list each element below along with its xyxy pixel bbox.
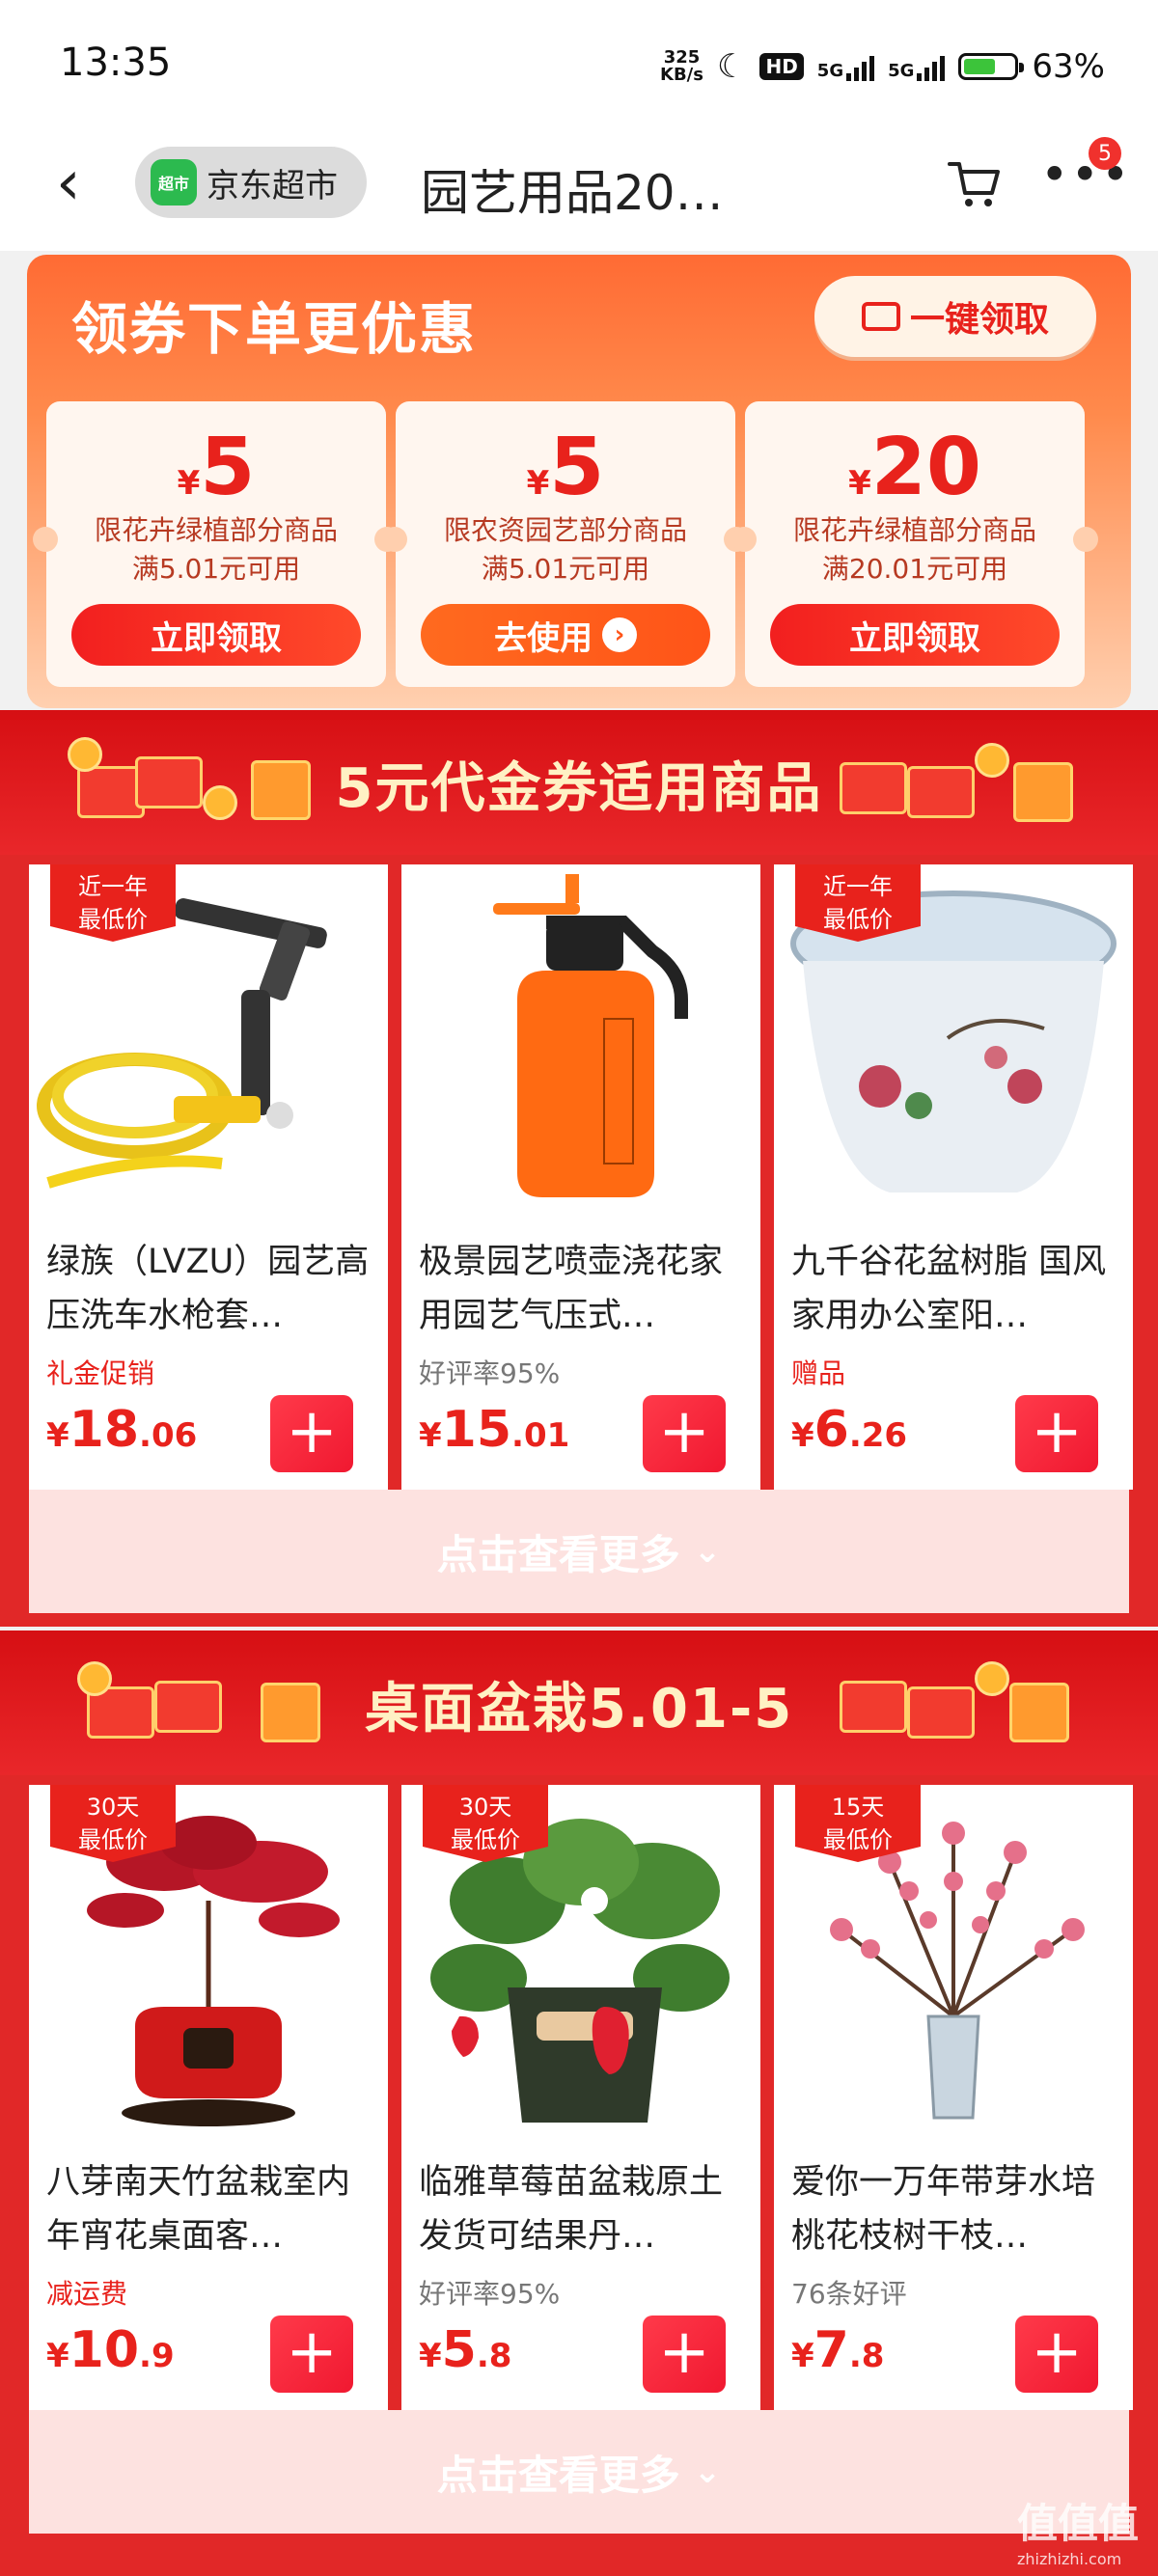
product-promo: 礼金促销 [46,1357,155,1389]
network-speed-unit: KB/s [660,65,703,85]
lowest-price-tag: 近一年 最低价 [795,864,921,942]
product-section: 5元代金券适用商品 近一年 最低价 绿族（LVZU）园艺高压洗车水枪套… 礼金促销… [0,710,1158,1627]
coupon-heading: 领券下单更优惠 [71,296,478,362]
lowest-price-tag: 近一年 最低价 [50,864,176,942]
product-price: ¥18.06 [46,1401,198,1459]
network-speed: 325 KB/s [660,49,703,84]
battery-icon [958,53,1025,80]
claim-coupon-button[interactable]: 立即领取 [71,604,361,666]
product-card[interactable]: 30天 最低价 八芽南天竹盆栽室内年宵花桌面客… 减运费 ¥10.9 + [29,1785,388,2410]
add-to-cart-button[interactable]: + [643,2316,726,2393]
coupon-threshold: 满20.01元可用 [821,553,1008,585]
product-price: ¥6.26 [791,1401,908,1459]
see-more-label: 点击查看更多 [436,1530,680,1578]
product-name: 爱你一万年带芽水培桃花枝树干枝… [791,2163,1096,2256]
lowest-price-tag: 15天 最低价 [795,1785,921,1862]
product-card[interactable]: 近一年 最低价 九千谷花盆树脂 国风家用办公室阳… 赠品 ¥6.26 + [774,864,1133,1490]
chevron-right-icon: › [602,617,637,652]
add-to-cart-button[interactable]: + [270,2316,353,2393]
product-image [493,874,688,1197]
coupon-list: ¥5 限花卉绿植部分商品 满5.01元可用 立即领取 ¥5 限农资园艺部分商品 … [33,401,1098,687]
add-to-cart-button[interactable]: + [270,1395,353,1472]
product-card[interactable]: 近一年 最低价 绿族（LVZU）园艺高压洗车水枪套… 礼金促销 ¥18.06 + [29,864,388,1490]
product-name: 绿族（LVZU）园艺高压洗车水枪套… [46,1243,370,1335]
product-card[interactable]: 极景园艺喷壶浇花家用园艺气压式… 好评率95% ¥15.01 + [401,864,760,1490]
status-icons: 325 KB/s ☾ HD 5G 5G 63% [660,42,1105,91]
see-more-button[interactable]: 点击查看更多 ⌄ [29,2410,1129,2534]
add-to-cart-button[interactable]: + [1015,1395,1098,1472]
coupon-card[interactable]: ¥20 限花卉绿植部分商品 满20.01元可用 立即领取 [731,401,1098,687]
coupon-scope: 限农资园艺部分商品 [443,514,687,546]
coupon-threshold: 满5.01元可用 [131,553,301,585]
signal-icon: 5G [816,52,875,81]
coupon-panel: 领券下单更优惠 一键领取 ¥5 限花卉绿植部分商品 满5.01元可用 立即领取 … [27,255,1131,708]
coupon-scope: 限花卉绿植部分商品 [94,514,338,546]
battery-percent: 63% [1032,47,1105,86]
product-name: 临雅草莓苗盆栽原土发货可结果丹… [419,2163,724,2256]
lowest-price-tag: 30天 最低价 [50,1785,176,1862]
product-name: 八芽南天竹盆栽室内年宵花桌面客… [46,2163,351,2256]
claim-coupon-button[interactable]: 立即领取 [770,604,1060,666]
section-banner: 桌面盆栽5.01-5 [0,1631,1158,1775]
ticket-icon [861,302,900,331]
coupon-scope: 限花卉绿植部分商品 [792,514,1036,546]
coupon-card[interactable]: ¥5 限花卉绿植部分商品 满5.01元可用 立即领取 [33,401,400,687]
chevron-down-icon: ⌄ [693,1532,722,1571]
signal-icon-2: 5G [888,52,946,81]
nav-bar: ‹ 超市 京东超市 园艺用品20… ••• 5 [0,125,1158,251]
coupon-threshold: 满5.01元可用 [481,553,650,585]
product-name: 九千谷花盆树脂 国风家用办公室阳… [791,1243,1107,1335]
product-price: ¥5.8 [419,2321,512,2379]
add-to-cart-button[interactable]: + [1015,2316,1098,2393]
store-name: 京东超市 [207,166,338,206]
lowest-price-tag: 30天 最低价 [423,1785,548,1862]
product-card[interactable]: 30天 最低价 临雅草莓苗盆栽原土发货可结果丹… 好评率95% ¥5.8 + [401,1785,760,2410]
product-grid: 近一年最低价 绿族（LVZU）园艺高压洗车水枪套… 礼金促销 ¥18.06 + [29,864,1133,1490]
coupon-amount: ¥20 [848,422,981,513]
chevron-down-icon: ⌄ [693,2453,722,2491]
coupon-amount: ¥5 [526,422,605,513]
add-to-cart-button[interactable]: + [643,1395,726,1472]
notification-badge: 5 [1089,137,1121,170]
product-section: 桌面盆栽5.01-5 30天 最低价 八芽南天竹盆栽室内年宵花桌面客… 减运费 ¥… [0,1631,1158,2576]
hd-icon: HD [759,53,804,80]
store-pill[interactable]: 超市 京东超市 [135,147,367,218]
section-title: 5元代金券适用商品 [335,757,823,820]
product-price: ¥15.01 [419,1401,570,1459]
store-logo: 超市 [151,159,197,206]
product-price: ¥7.8 [791,2321,885,2379]
signal-label: 5G [816,61,844,81]
product-promo: 减运费 [46,2278,128,2310]
product-card[interactable]: 15天 最低价 爱你一万年带芽水培桃花枝树干枝… 76条好评 ¥7.8 + [774,1785,1133,2410]
section-banner: 5元代金券适用商品 [0,710,1158,855]
product-promo: 好评率95% [419,2278,561,2310]
product-promo: 赠品 [791,1357,846,1389]
coupon-card[interactable]: ¥5 限农资园艺部分商品 满5.01元可用 去使用 › [382,401,749,687]
coupon-amount: ¥5 [177,422,256,513]
status-bar: 13:35 325 KB/s ☾ HD 5G 5G 63% [0,0,1158,125]
one-click-label: 一键领取 [909,300,1049,340]
chevron-left-icon[interactable]: ‹ [56,152,81,214]
signal-label-2: 5G [888,61,915,81]
do-not-disturb-icon: ☾ [716,47,747,86]
see-more-label: 点击查看更多 [436,2451,680,2499]
one-click-claim-button[interactable]: 一键领取 [814,276,1096,357]
product-grid: 30天 最低价 八芽南天竹盆栽室内年宵花桌面客… 减运费 ¥10.9 + 30天最… [29,1785,1133,2410]
page-title: 园艺用品20… [421,165,724,221]
use-coupon-button[interactable]: 去使用 › [421,604,710,666]
product-name: 极景园艺喷壶浇花家用园艺气压式… [419,1243,724,1335]
status-time: 13:35 [60,41,172,85]
section-title: 桌面盆栽5.01-5 [364,1678,794,1740]
product-promo: 76条好评 [791,2278,907,2310]
product-price: ¥10.9 [46,2321,175,2379]
watermark: 值值值 zhizhizhi.com [1016,2500,1139,2568]
product-promo: 好评率95% [419,1357,561,1389]
see-more-button[interactable]: 点击查看更多 ⌄ [29,1490,1129,1613]
cart-icon[interactable] [946,154,1004,212]
